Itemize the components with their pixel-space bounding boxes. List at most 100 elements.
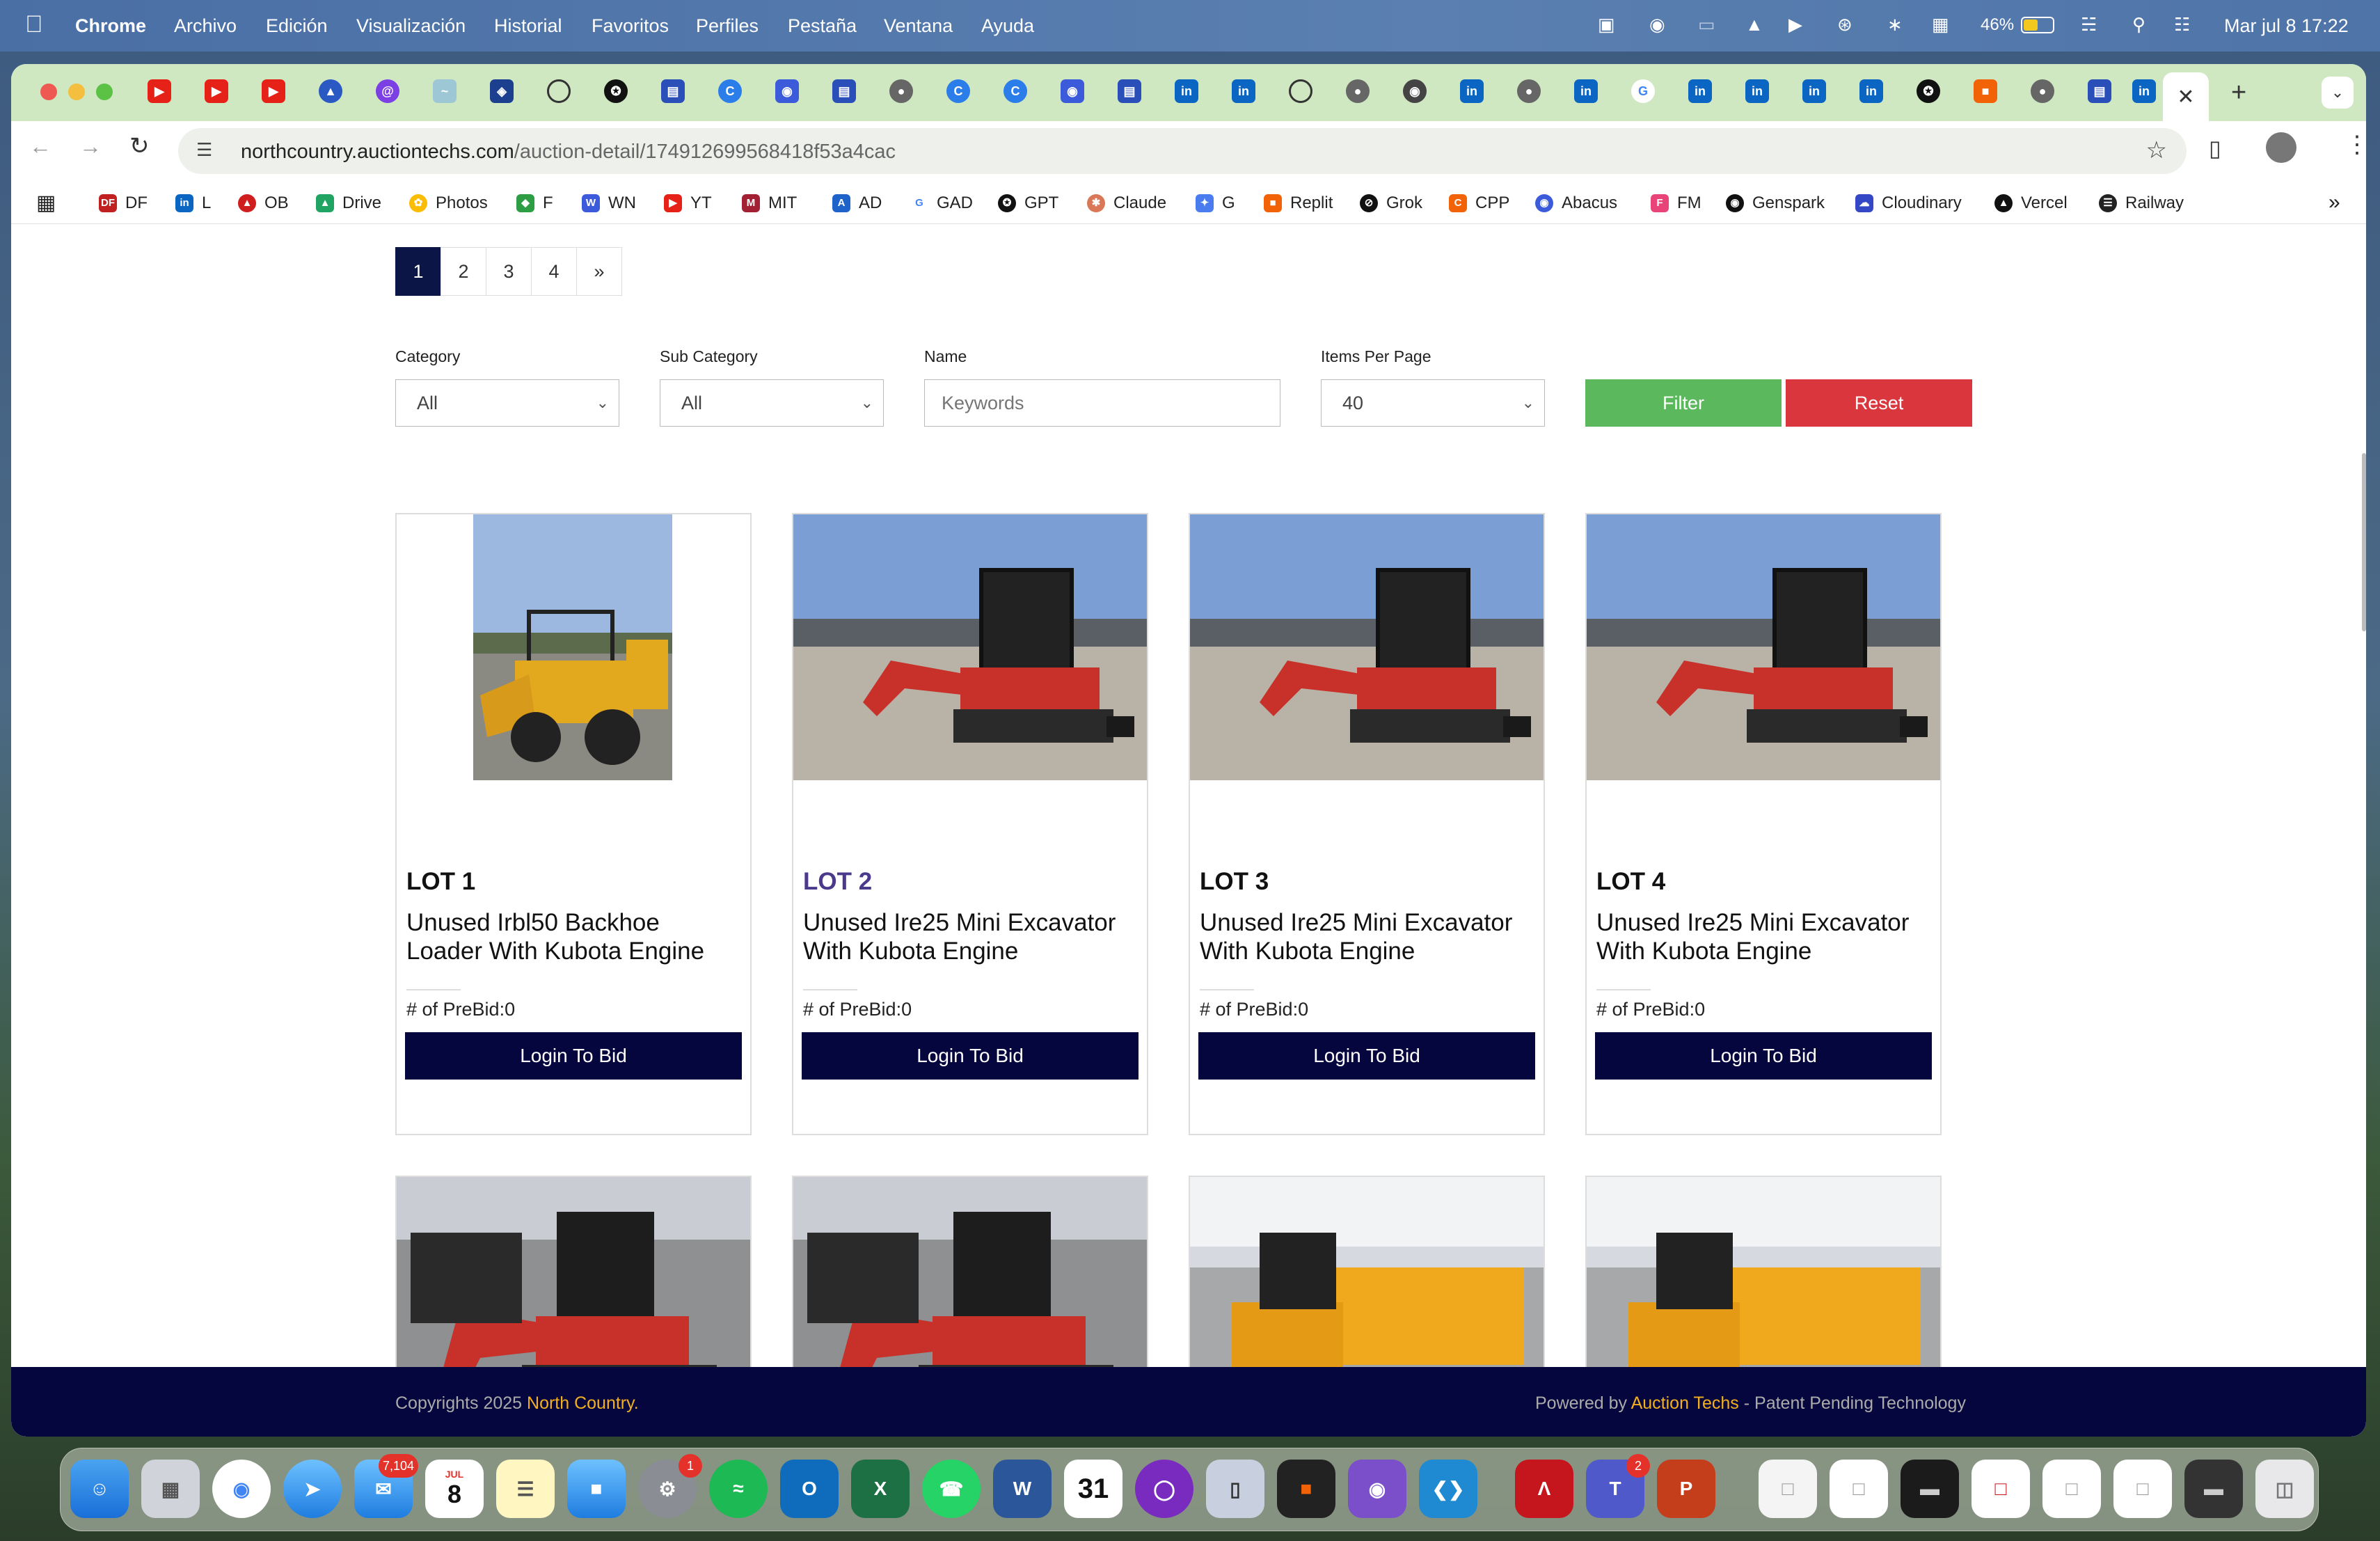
tab-site-icon[interactable]: C [946,79,970,103]
spotify-icon[interactable]: ≈ [709,1460,768,1518]
reload-icon[interactable]: ↻ [129,132,150,160]
pagination-page-2[interactable]: 2 [441,247,486,296]
recent-document-icon[interactable]: □ [1830,1460,1888,1518]
bookmark-df[interactable]: DF DF [99,193,148,213]
outlook-icon[interactable]: O [780,1460,839,1518]
subcategory-select[interactable]: All ⌄ [660,379,884,427]
trash-icon[interactable]: ◫ [2255,1460,2314,1518]
drive-status-icon[interactable]: ▲ [1745,14,1763,35]
lot-card[interactable]: LOT 4 Unused Ire25 Mini Excavator With K… [1585,513,1942,1135]
bookmark-vercel[interactable]: ▲ Vercel [1994,193,2068,213]
lot-image-backhoe[interactable] [397,514,750,780]
system-settings-icon[interactable]: ⚙ 1 [638,1454,702,1518]
battery-icon[interactable] [2021,17,2054,33]
acrobat-icon[interactable]: Λ [1515,1460,1573,1518]
tab-youtube-icon[interactable]: ▶ [148,79,171,103]
powerpoint-icon[interactable]: P [1657,1460,1715,1518]
tab-linkedin-icon[interactable]: in [1859,79,1883,103]
safari-icon[interactable]: ➤ [283,1460,342,1518]
github-desktop-icon[interactable]: ◉ [1348,1460,1406,1518]
tab-loading-icon[interactable] [547,79,571,103]
tab-linkedin-icon[interactable]: in [1175,79,1198,103]
tab-search-chevron-icon[interactable]: ⌄ [2322,77,2354,109]
tab-globe-icon[interactable]: ● [889,79,913,103]
category-select[interactable]: All ⌄ [395,379,619,427]
pdf-document-icon[interactable]: □ [1759,1460,1817,1518]
bookmark-l[interactable]: in L [175,193,211,213]
screenshot-icon[interactable]: ▣ [1598,14,1615,35]
tab-site-icon[interactable]: ▤ [832,79,856,103]
whatsapp-icon[interactable]: ☎ [922,1460,981,1518]
login-to-bid-button[interactable]: Login To Bid [1595,1032,1932,1080]
login-to-bid-button[interactable]: Login To Bid [405,1032,742,1080]
close-window-button[interactable] [40,84,57,100]
recent-document-icon[interactable]: □ [2113,1460,2172,1518]
menu-item-archivo[interactable]: Archivo [174,15,237,37]
more-menu-icon[interactable]: ⋮ [2345,131,2366,159]
play-icon[interactable]: ▶ [1788,14,1802,35]
tab-youtube-icon[interactable]: ▶ [262,79,285,103]
lot-number[interactable]: LOT 4 [1596,868,1665,896]
filter-button[interactable]: Filter [1585,379,1782,427]
minimize-window-button[interactable] [68,84,85,100]
bookmark-gpt[interactable]: ✪ GPT [998,193,1058,213]
control-center-icon[interactable]: ☷ [2174,14,2190,35]
spotlight-search-icon[interactable]: ⚲ [2132,14,2145,35]
lot-title[interactable]: Unused Irbl50 Backhoe Loader With Kubota… [406,908,740,965]
wifi-icon[interactable]: ☵ [2081,14,2097,35]
window-icon[interactable]: ▭ [1698,14,1715,35]
bookmark-f[interactable]: ◆ F [516,193,553,213]
items-per-page-select[interactable]: 40 ⌄ [1321,379,1545,427]
tab-globe-icon[interactable]: ● [2031,79,2054,103]
menu-item-favoritos[interactable]: Favoritos [592,15,669,37]
tab-linkedin-icon[interactable]: in [1745,79,1769,103]
bookmark-gad[interactable]: G GAD [910,193,973,213]
bookmark-drive[interactable]: ▲ Drive [316,193,381,213]
menu-datetime[interactable]: Mar jul 8 17:22 [2224,15,2349,37]
menu-item-visualizacion[interactable]: Visualización [356,15,466,37]
bookmark-fm[interactable]: F FM [1651,193,1701,213]
tab-chatgpt-icon[interactable]: ✪ [604,79,628,103]
forward-arrow-icon[interactable]: → [79,134,102,159]
recent-pdf-icon[interactable]: □ [1972,1460,2030,1518]
bookmark-g[interactable]: ✦ G [1196,193,1235,213]
bookmark-yt[interactable]: ▶ YT [664,193,712,213]
page-scrollbar[interactable] [2362,453,2366,631]
apple-icon[interactable]:  [25,11,43,38]
calendar-icon[interactable]: JUL 8 [425,1460,484,1518]
lot-number[interactable]: LOT 3 [1200,868,1269,896]
site-info-icon[interactable]: ☰ [196,139,212,161]
tab-site-icon[interactable]: ▲ [319,79,342,103]
lot-title[interactable]: Unused Ire25 Mini Excavator With Kubota … [1596,908,1930,965]
calendar2-icon[interactable]: 31 [1064,1460,1122,1518]
bluetooth-icon[interactable]: ∗ [1887,14,1903,35]
tab-chrome-icon[interactable]: ◉ [1403,79,1427,103]
lot-card[interactable]: LOT 2 Unused Ire25 Mini Excavator With K… [792,513,1148,1135]
network-icon[interactable]: ⊛ [1837,14,1853,35]
tab-globe-icon[interactable]: ● [1346,79,1370,103]
lot-image-mini-excavator[interactable] [1190,514,1544,780]
footer-auction-techs-link[interactable]: Auction Techs [1631,1393,1739,1413]
address-bar[interactable]: ☰ northcountry.auctiontechs.com/auction-… [178,128,2187,174]
tab-globe-icon[interactable]: ● [1517,79,1541,103]
tab-linkedin-icon[interactable]: in [1232,79,1255,103]
reset-button[interactable]: Reset [1786,379,1972,427]
lot-image-mini-excavator[interactable] [1587,514,1940,780]
pagination-next[interactable]: » [576,247,622,296]
tab-linkedin-icon[interactable]: in [1460,79,1484,103]
notes-icon[interactable]: ☰ [496,1460,555,1518]
tab-site-icon[interactable]: C [1003,79,1027,103]
tab-site-icon[interactable]: ▤ [2088,79,2111,103]
recent-document-icon[interactable]: □ [2042,1460,2101,1518]
login-to-bid-button[interactable]: Login To Bid [1198,1032,1535,1080]
tab-linkedin-icon[interactable]: in [1802,79,1826,103]
extensions-icon[interactable]: ▯ [2209,135,2221,161]
back-arrow-icon[interactable]: ← [29,134,51,159]
bookmark-replit[interactable]: ■ Replit [1264,193,1333,213]
menu-app-name[interactable]: Chrome [75,15,146,37]
keyboard-icon[interactable]: ▦ [1932,14,1949,35]
bookmark-mit[interactable]: M MIT [742,193,797,213]
recent-window-icon[interactable]: ▬ [1901,1460,1959,1518]
tab-site-icon[interactable]: ◈ [490,79,514,103]
pagination-page-4[interactable]: 4 [531,247,577,296]
